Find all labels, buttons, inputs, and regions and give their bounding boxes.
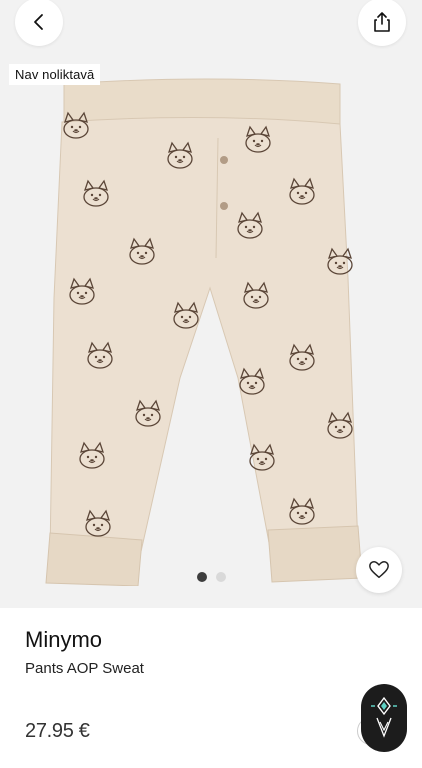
share-icon <box>374 12 390 32</box>
availability-badge: Nav noliktavā <box>9 64 101 85</box>
back-button[interactable] <box>15 0 63 46</box>
product-brand: Minymo <box>25 627 103 652</box>
gallery-dot[interactable] <box>215 572 226 582</box>
product-name: Pants AOP Sweat <box>25 660 144 677</box>
floating-widget-button[interactable] <box>361 684 407 752</box>
wishlist-button[interactable] <box>356 547 402 593</box>
diamond-logo-icon <box>371 696 397 738</box>
chevron-left-icon <box>34 14 43 30</box>
gallery-dot-active[interactable] <box>196 572 207 582</box>
share-button[interactable] <box>358 0 406 46</box>
product-gallery[interactable]: Nav noliktavā <box>0 0 422 608</box>
product-price: 27.95 € <box>25 720 90 742</box>
heart-outline-icon <box>369 561 389 579</box>
product-image <box>45 78 363 586</box>
